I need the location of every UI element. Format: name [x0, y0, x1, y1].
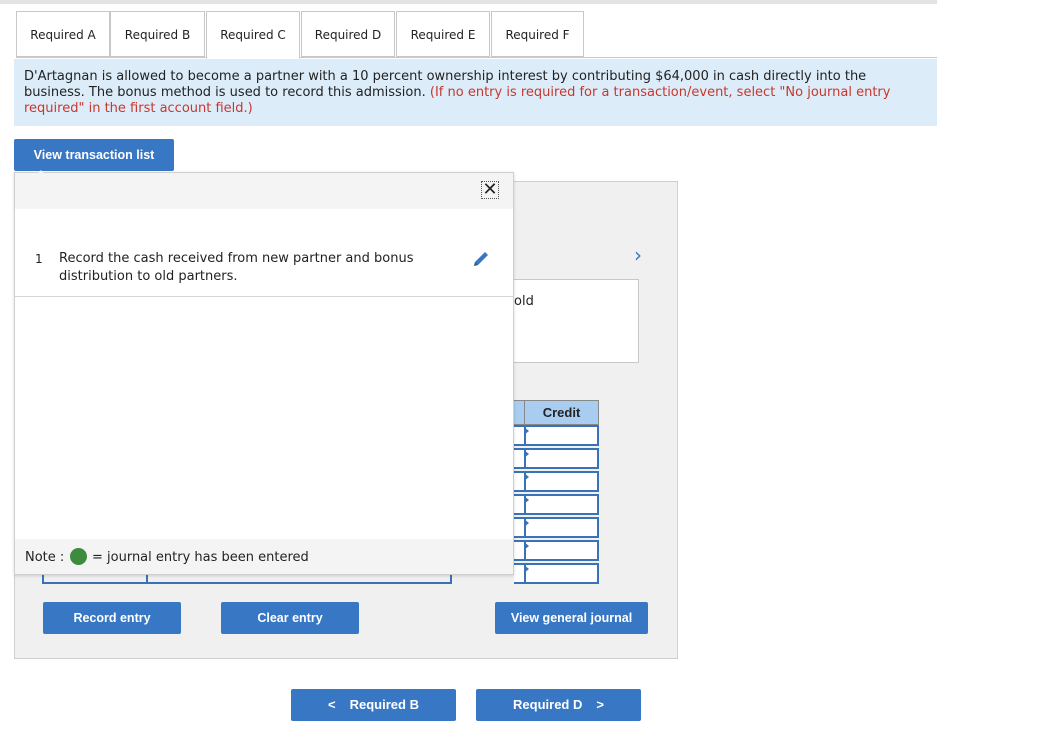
tab-required-a[interactable]: Required A [16, 11, 110, 57]
journal-header-left [514, 400, 524, 425]
dropdown-marker-icon [524, 565, 529, 573]
credit-input[interactable] [524, 448, 599, 469]
journal-row-left [514, 563, 524, 584]
tab-required-b[interactable]: Required B [110, 11, 205, 57]
journal-row-left [514, 448, 524, 469]
journal-row-left [514, 517, 524, 538]
dropdown-marker-icon [524, 542, 529, 550]
clear-entry-button[interactable]: Clear entry [221, 602, 359, 634]
tab-required-f[interactable]: Required F [491, 11, 584, 57]
journal-row-left [514, 425, 524, 446]
credit-input[interactable] [524, 471, 599, 492]
popup-pointer [34, 170, 48, 178]
transaction-description: Record the cash received from new partne… [59, 251, 414, 284]
tab-required-d[interactable]: Required D [301, 11, 395, 57]
credit-input[interactable] [524, 425, 599, 446]
view-transaction-list-button[interactable]: View transaction list [14, 139, 174, 171]
popup-header: ✕ [15, 173, 513, 209]
chevron-right-icon: > [596, 697, 604, 712]
tab-underline [16, 57, 937, 58]
credit-input[interactable] [524, 540, 599, 561]
transaction-list-popup: ✕ 1 Record the cash received from new pa… [14, 172, 514, 575]
previous-required-label: Required B [349, 697, 419, 712]
credit-input[interactable] [524, 517, 599, 538]
entered-indicator-icon [70, 548, 87, 565]
credit-column-header: Credit [524, 400, 599, 425]
journal-row-left [514, 540, 524, 561]
legend-note: Note : = journal entry has been entered [15, 539, 513, 574]
transaction-description-box: old [513, 279, 639, 363]
transaction-number: 1 [35, 252, 43, 266]
journal-row-left [514, 471, 524, 492]
tab-required-c[interactable]: Required C [206, 11, 300, 59]
dropdown-marker-icon [524, 496, 529, 504]
transaction-row[interactable]: 1 Record the cash received from new part… [15, 209, 513, 297]
journal-row-left [514, 494, 524, 515]
next-required-label: Required D [513, 697, 583, 712]
instructions-panel: D'Artagnan is allowed to become a partne… [14, 59, 937, 126]
edit-pencil-icon[interactable] [471, 249, 491, 269]
chevron-left-icon: < [328, 697, 336, 712]
next-required-button[interactable]: Required D > [476, 689, 641, 721]
note-label: Note : [25, 550, 65, 565]
record-entry-button[interactable]: Record entry [43, 602, 181, 634]
dropdown-marker-icon [524, 450, 529, 458]
dropdown-marker-icon [524, 427, 529, 435]
transaction-description-partial: old [514, 294, 534, 309]
credit-input[interactable] [524, 563, 599, 584]
view-general-journal-button[interactable]: View general journal [495, 602, 648, 634]
top-divider [0, 0, 937, 4]
dropdown-marker-icon [524, 519, 529, 527]
note-text: = journal entry has been entered [92, 550, 309, 565]
previous-required-button[interactable]: < Required B [291, 689, 456, 721]
tab-required-e[interactable]: Required E [396, 11, 490, 57]
dropdown-marker-icon [524, 473, 529, 481]
close-icon[interactable]: ✕ [481, 181, 499, 199]
credit-input[interactable] [524, 494, 599, 515]
next-transaction-arrow-icon[interactable]: › [634, 243, 642, 267]
